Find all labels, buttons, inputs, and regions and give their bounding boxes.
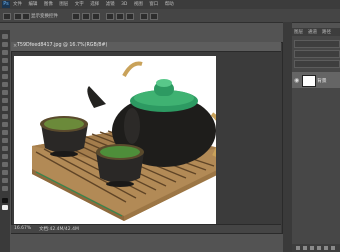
menu-file[interactable]: 文件 [13, 2, 22, 7]
menu-edit[interactable]: 编辑 [28, 2, 37, 7]
menu-3d[interactable]: 3D [121, 2, 127, 7]
layers-panel-footer [292, 244, 340, 252]
eyedropper-tool-icon[interactable] [2, 74, 8, 79]
eye-icon[interactable]: ◉ [294, 77, 299, 84]
tab-paths[interactable]: 路径 [322, 29, 331, 35]
trash-icon[interactable] [331, 246, 335, 250]
background-color-swatch[interactable] [2, 205, 8, 210]
3d-mode-icon[interactable] [140, 13, 148, 20]
menu-window[interactable]: 窗口 [149, 2, 158, 7]
show-transform-checkbox[interactable] [22, 13, 30, 20]
dodge-tool-icon[interactable] [2, 138, 8, 143]
layer-thumbnail [302, 75, 316, 87]
align-icon[interactable] [72, 13, 80, 20]
lasso-tool-icon[interactable] [2, 50, 8, 55]
auto-select-checkbox[interactable] [14, 13, 22, 20]
menu-view[interactable]: 视图 [134, 2, 143, 7]
menu-type[interactable]: 文字 [75, 2, 84, 7]
show-transform-label: 显示变换控件 [31, 14, 58, 19]
brush-tool-icon[interactable] [2, 90, 8, 95]
lock-row[interactable] [294, 60, 340, 68]
blend-mode-row[interactable] [294, 50, 340, 58]
distribute-icon[interactable] [126, 13, 134, 20]
align-icon[interactable] [82, 13, 90, 20]
zoom-level[interactable]: 16.67% [14, 226, 31, 231]
type-tool-icon[interactable] [2, 154, 8, 159]
adjustment-icon[interactable] [317, 246, 321, 250]
tools-panel [0, 30, 10, 252]
menu-image[interactable]: 图像 [44, 2, 53, 7]
tab-channels[interactable]: 通道 [308, 29, 317, 35]
blur-tool-icon[interactable] [2, 130, 8, 135]
document-size: 文档:42.4M/42.4M [39, 227, 79, 232]
tea-set-photo [32, 61, 223, 221]
path-select-tool-icon[interactable] [2, 162, 8, 167]
healing-tool-icon[interactable] [2, 82, 8, 87]
layer-name: 背景 [317, 79, 327, 84]
distribute-icon[interactable] [116, 13, 124, 20]
align-icon[interactable] [92, 13, 100, 20]
foreground-color-swatch[interactable] [2, 198, 8, 203]
canvas[interactable] [14, 56, 223, 226]
panel-tabs: 图层 通道 路径 [292, 28, 340, 36]
stamp-tool-icon[interactable] [2, 98, 8, 103]
layer-item[interactable]: ◉ 背景 [292, 72, 340, 88]
zoom-tool-icon[interactable] [2, 186, 8, 191]
options-bar: 显示变换控件 [0, 9, 340, 23]
history-brush-tool-icon[interactable] [2, 106, 8, 111]
distribute-icon[interactable] [106, 13, 114, 20]
menu-items: 文件 编辑 图像 图层 文字 选择 滤镜 3D 视图 窗口 帮助 [13, 1, 179, 7]
menu-help[interactable]: 帮助 [165, 2, 174, 7]
quick-select-tool-icon[interactable] [2, 58, 8, 63]
mask-icon[interactable] [310, 246, 314, 250]
3d-mode-icon[interactable] [150, 13, 158, 20]
status-bar: 16.67% 文档:42.4M/42.4M [11, 224, 281, 233]
fx-icon[interactable] [303, 246, 307, 250]
menu-layer[interactable]: 图层 [59, 2, 68, 7]
photoshop-logo-icon: Ps [2, 1, 10, 8]
layer-filter-row[interactable] [294, 40, 340, 48]
document-tab[interactable]: × T59Dfeed8417.jpg @ 16.7%(RGB/8#) [11, 42, 281, 52]
shape-tool-icon[interactable] [2, 170, 8, 175]
new-layer-icon[interactable] [324, 246, 328, 250]
menu-filter[interactable]: 滤镜 [106, 2, 115, 7]
layers-panel: 图层 通道 路径 [292, 28, 340, 252]
hand-tool-icon[interactable] [2, 178, 8, 183]
document-title: T59Dfeed8417.jpg @ 16.7%(RGB/8#) [17, 43, 108, 48]
crop-tool-icon[interactable] [2, 66, 8, 71]
tab-layers[interactable]: 图层 [294, 29, 303, 35]
tool-preset-icon[interactable] [3, 13, 11, 20]
pen-tool-icon[interactable] [2, 146, 8, 151]
menu-bar: Ps 文件 编辑 图像 图层 文字 选择 滤镜 3D 视图 窗口 帮助 [0, 0, 340, 9]
menu-select[interactable]: 选择 [90, 2, 99, 7]
marquee-tool-icon[interactable] [2, 42, 8, 47]
move-tool-icon[interactable] [2, 34, 8, 39]
gradient-tool-icon[interactable] [2, 122, 8, 127]
panel-dock-icons [283, 22, 292, 252]
link-icon[interactable] [296, 246, 300, 250]
eraser-tool-icon[interactable] [2, 114, 8, 119]
